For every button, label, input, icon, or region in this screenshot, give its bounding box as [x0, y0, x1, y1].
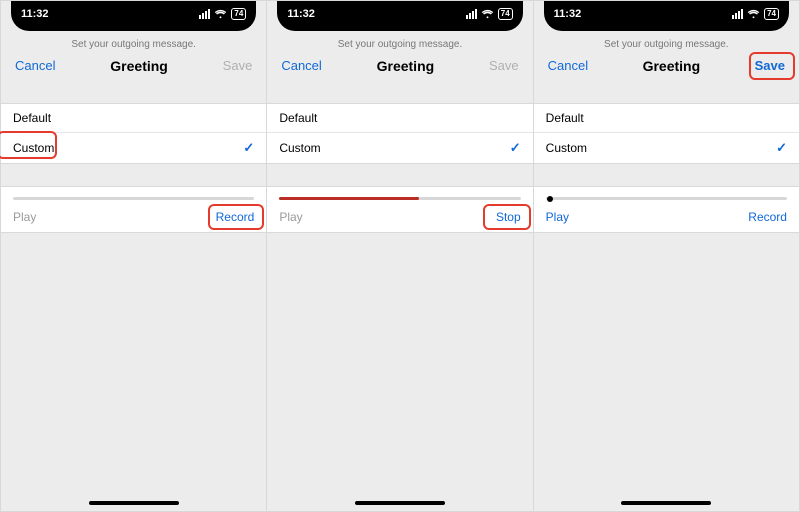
save-button: Save	[219, 56, 257, 75]
option-default[interactable]: Default	[1, 104, 266, 133]
nav-bar: Cancel Greeting Save	[267, 50, 532, 85]
nav-bar: Cancel Greeting Save	[1, 50, 266, 85]
player-controls: Play Record	[1, 206, 266, 232]
subtitle: Set your outgoing message.	[1, 39, 266, 50]
page-title: Greeting	[377, 58, 435, 74]
player-controls: Play Stop	[267, 206, 532, 232]
page-title: Greeting	[110, 58, 168, 74]
option-default[interactable]: Default	[267, 104, 532, 133]
home-indicator[interactable]	[89, 501, 179, 505]
status-bar: 11:32 74	[11, 1, 256, 31]
battery-icon: 74	[498, 8, 513, 20]
checkmark-icon: ✓	[510, 140, 521, 156]
greeting-options: Default Custom ✓	[534, 103, 799, 164]
cellular-icon	[732, 9, 743, 19]
option-custom-label: Custom	[546, 141, 587, 155]
wifi-icon	[747, 9, 760, 19]
status-right: 74	[732, 8, 779, 24]
triptych-container: 11:32 74 Set your outgoing message. Canc…	[0, 0, 800, 512]
home-indicator[interactable]	[621, 501, 711, 505]
phone-screen-2: 11:32 74 Set your outgoing message. Canc…	[267, 1, 533, 511]
greeting-options: Default Custom ✓	[1, 103, 266, 164]
home-indicator[interactable]	[355, 501, 445, 505]
status-bar: 11:32 74	[277, 1, 522, 31]
option-custom[interactable]: Custom ✓	[267, 133, 532, 163]
checkmark-icon: ✓	[776, 140, 787, 156]
play-button[interactable]: Play	[546, 210, 569, 224]
cancel-button[interactable]: Cancel	[544, 56, 592, 75]
phone-screen-3: 11:32 74 Set your outgoing message. Canc…	[534, 1, 799, 511]
status-time: 11:32	[287, 8, 315, 24]
page-title: Greeting	[643, 58, 701, 74]
option-custom[interactable]: Custom ✓	[534, 133, 799, 163]
cellular-icon	[199, 9, 210, 19]
status-time: 11:32	[21, 8, 49, 24]
stop-button[interactable]: Stop	[496, 210, 521, 224]
option-custom[interactable]: Custom ✓	[1, 133, 266, 163]
phone-screen-1: 11:32 74 Set your outgoing message. Canc…	[1, 1, 267, 511]
record-button[interactable]: Record	[216, 210, 255, 224]
wifi-icon	[481, 9, 494, 19]
cancel-button[interactable]: Cancel	[277, 56, 325, 75]
recording-panel: Play Record	[1, 186, 266, 233]
status-right: 74	[199, 8, 246, 24]
option-custom-label: Custom	[279, 141, 320, 155]
status-bar: 11:32 74	[544, 1, 789, 31]
battery-icon: 74	[764, 8, 779, 20]
subtitle: Set your outgoing message.	[267, 39, 532, 50]
checkmark-icon: ✓	[243, 140, 254, 156]
option-default-label: Default	[279, 111, 317, 125]
save-button: Save	[485, 56, 523, 75]
progress-track[interactable]	[1, 187, 266, 206]
progress-track[interactable]	[267, 187, 532, 206]
cancel-button[interactable]: Cancel	[11, 56, 59, 75]
option-default[interactable]: Default	[534, 104, 799, 133]
play-button: Play	[13, 210, 36, 224]
recording-panel: Play Record	[534, 186, 799, 233]
wifi-icon	[214, 9, 227, 19]
nav-bar: Cancel Greeting Save	[534, 50, 799, 85]
play-button: Play	[279, 210, 302, 224]
record-button[interactable]: Record	[748, 210, 787, 224]
option-default-label: Default	[546, 111, 584, 125]
status-time: 11:32	[554, 8, 582, 24]
recording-panel: Play Stop	[267, 186, 532, 233]
option-custom-label: Custom	[13, 141, 54, 155]
status-right: 74	[466, 8, 513, 24]
option-default-label: Default	[13, 111, 51, 125]
save-button[interactable]: Save	[751, 56, 789, 75]
progress-track[interactable]	[534, 187, 799, 206]
battery-icon: 74	[231, 8, 246, 20]
player-controls: Play Record	[534, 206, 799, 232]
cellular-icon	[466, 9, 477, 19]
subtitle: Set your outgoing message.	[534, 39, 799, 50]
greeting-options: Default Custom ✓	[267, 103, 532, 164]
